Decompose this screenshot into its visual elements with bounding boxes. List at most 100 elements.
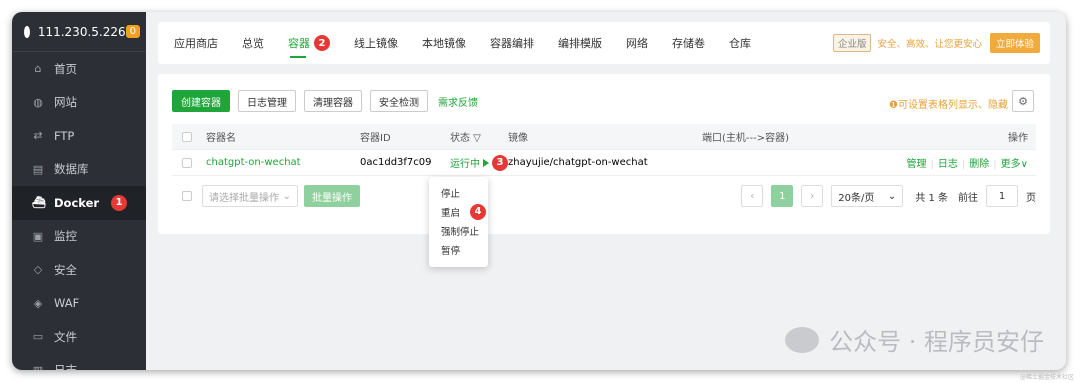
- container-table: 容器名 容器ID 状态 ▽ 镜像 端口(主机--->容器) 操作 chatgpt…: [172, 124, 1036, 176]
- home-icon: ⌂: [34, 62, 42, 76]
- sidebar-item-ftp[interactable]: ⇄ FTP: [12, 119, 146, 153]
- database-icon: ▤: [32, 162, 44, 176]
- server-header[interactable]: 111.230.5.226 0: [12, 12, 146, 52]
- row-actions: 管理 | 日志 | 删除 | 更多∨: [906, 159, 1028, 170]
- try-now-button[interactable]: 立即体验: [989, 33, 1040, 53]
- menu-item-0[interactable]: 停止: [429, 183, 488, 202]
- watermark-text: 公众号 · 程序员安仔: [829, 328, 1044, 356]
- log-manage-button[interactable]: 日志管理: [238, 90, 296, 112]
- log-link[interactable]: 日志: [938, 159, 958, 170]
- credit-text: @稀土掘金技术社区: [1019, 374, 1074, 381]
- log-icon: ▥: [32, 364, 44, 370]
- sidebar-item-安全[interactable]: ◇ 安全: [12, 253, 146, 287]
- step-marker-3: 3: [492, 154, 508, 171]
- clean-container-button[interactable]: 清理容器: [304, 90, 362, 112]
- container-name-link[interactable]: chatgpt-on-wechat: [206, 157, 360, 168]
- tab-label: 容器: [288, 37, 310, 50]
- tab-3[interactable]: 线上镜像: [342, 22, 410, 64]
- sidebar-item-label: WAF: [54, 296, 80, 311]
- create-container-button[interactable]: 创建容器: [172, 90, 230, 112]
- tab-label: 仓库: [729, 37, 751, 50]
- tab-label: 编排模版: [558, 37, 602, 50]
- feedback-link[interactable]: 需求反馈: [438, 94, 478, 109]
- tab-0[interactable]: 应用商店: [162, 22, 230, 64]
- goto-page-input[interactable]: 1: [986, 185, 1018, 207]
- menu-item-3[interactable]: 暂停: [429, 240, 488, 259]
- server-host: 111.230.5.226: [37, 24, 126, 39]
- tab-label: 本地镜像: [422, 37, 466, 50]
- sidebar-item-日志[interactable]: ▥ 日志: [12, 354, 146, 370]
- sidebar-item-label: 监控: [54, 229, 77, 244]
- gear-icon[interactable]: ⚙: [1012, 90, 1034, 112]
- table-footer: 请选择批量操作 ⌄ 批量操作 ‹ 1 › 20条/页 ⌄ 共 1 条 前往 1 页: [172, 184, 1036, 208]
- row-checkbox[interactable]: [182, 157, 192, 168]
- chevron-down-icon: ⌄: [282, 190, 291, 202]
- tab-label: 存储卷: [672, 37, 705, 50]
- tab-1[interactable]: 总览: [230, 22, 276, 64]
- goto-page: 前往 1 页: [958, 185, 1036, 207]
- status-cell[interactable]: 运行中 3: [450, 154, 508, 171]
- sidebar-item-数据库[interactable]: ▤ 数据库: [12, 153, 146, 187]
- header-name: 容器名: [206, 133, 236, 144]
- batch-button[interactable]: 批量操作: [304, 185, 360, 207]
- next-page-button[interactable]: ›: [801, 185, 824, 207]
- tab-4[interactable]: 本地镜像: [410, 22, 478, 64]
- server-logo-icon: [24, 25, 30, 38]
- page-size-select[interactable]: 20条/页 ⌄: [831, 185, 904, 207]
- ftp-icon: ⇄: [33, 129, 43, 143]
- sidebar-item-label: 日志: [54, 362, 77, 370]
- page-size-value: 20条/页: [838, 192, 875, 204]
- step-marker-4: 4: [470, 203, 487, 220]
- header-id: 容器ID: [360, 133, 391, 144]
- tab-bar: 应用商店 总览 容器 2 线上镜像 本地镜像 容器编排 编排模版 网络 存储卷 仓库 企业版 安全、…: [158, 22, 1050, 64]
- header-status[interactable]: 状态 ▽: [450, 129, 508, 144]
- prev-page-button[interactable]: ‹: [741, 185, 764, 207]
- main-content: 应用商店 总览 容器 2 线上镜像 本地镜像 容器编排 编排模版 网络 存储卷 仓库 企业版 安全、…: [146, 12, 1066, 370]
- sidebar-item-监控[interactable]: ▣ 监控: [12, 220, 146, 254]
- manage-link[interactable]: 管理: [907, 159, 927, 170]
- sidebar-item-waf[interactable]: ◈ WAF: [12, 287, 146, 321]
- menu-item-label: 强制停止: [441, 226, 480, 238]
- page-1-button[interactable]: 1: [771, 185, 794, 207]
- tab-label: 总览: [242, 37, 264, 50]
- tab-2[interactable]: 容器 2: [276, 22, 342, 64]
- sidebar-item-网站[interactable]: ◍ 网站: [12, 86, 146, 120]
- watermark: 公众号 · 程序员安仔: [785, 322, 1044, 357]
- docker-icon: ⛴: [32, 196, 46, 210]
- menu-item-label: 停止: [441, 188, 461, 200]
- globe-icon: ◍: [33, 95, 43, 109]
- delete-link[interactable]: 删除: [969, 159, 989, 170]
- total-count: 共 1 条: [915, 192, 948, 204]
- sidebar-item-首页[interactable]: ⌂ 首页: [12, 52, 146, 86]
- batch-select[interactable]: 请选择批量操作 ⌄: [202, 185, 298, 207]
- table-row: chatgpt-on-wechat 0ac1dd3f7c09 运行中 3 zha…: [172, 150, 1036, 176]
- container-image: zhayujie/chatgpt-on-wechat: [508, 157, 648, 168]
- enterprise-badge: 企业版: [832, 34, 872, 52]
- sidebar-item-label: 文件: [54, 329, 77, 344]
- more-link[interactable]: 更多∨: [1001, 159, 1028, 170]
- footer-checkbox[interactable]: [182, 191, 192, 201]
- sidebar-item-文件[interactable]: ▭ 文件: [12, 320, 146, 354]
- play-icon[interactable]: [483, 158, 489, 167]
- container-panel: 创建容器 日志管理 清理容器 安全检测 需求反馈 ❶可设置表格列显示、隐藏 ⚙ …: [158, 74, 1050, 234]
- header-port: 端口(主机--->容器): [702, 133, 790, 144]
- menu-item-2[interactable]: 强制停止: [429, 221, 488, 240]
- table-header: 容器名 容器ID 状态 ▽ 镜像 端口(主机--->容器) 操作: [172, 124, 1036, 150]
- tab-9[interactable]: 仓库: [717, 22, 763, 64]
- alert-count-badge[interactable]: 0: [125, 25, 140, 38]
- goto-unit: 页: [1026, 192, 1036, 204]
- tab-5[interactable]: 容器编排: [478, 22, 546, 64]
- tab-7[interactable]: 网络: [614, 22, 660, 64]
- column-settings-hint: ❶可设置表格列显示、隐藏: [889, 100, 1008, 111]
- sidebar-item-docker[interactable]: ⛴ Docker 1: [12, 186, 146, 220]
- menu-item-label: 重启: [441, 207, 461, 219]
- security-check-button[interactable]: 安全检测: [370, 90, 428, 112]
- menu-item-1[interactable]: 重启 4: [429, 202, 488, 221]
- tab-6[interactable]: 编排模版: [546, 22, 614, 64]
- tab-8[interactable]: 存储卷: [660, 22, 717, 64]
- select-all-checkbox[interactable]: [182, 131, 192, 142]
- monitor-icon: ▣: [32, 229, 44, 243]
- sidebar-item-label: 网站: [54, 95, 77, 110]
- tab-label: 容器编排: [490, 37, 534, 50]
- promo-text: 安全、高效、让您更安心: [877, 39, 982, 50]
